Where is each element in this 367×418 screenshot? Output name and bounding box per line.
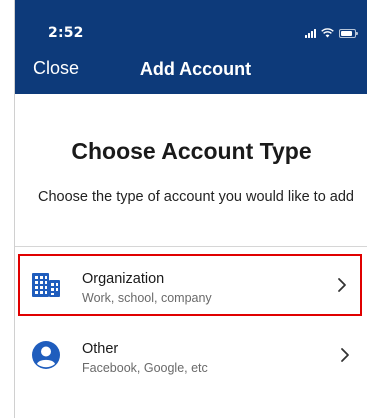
option-subtitle: Work, school, company bbox=[82, 291, 212, 305]
signal-icon bbox=[305, 28, 316, 38]
chevron-right-icon bbox=[341, 348, 349, 362]
page-subtitle: Choose the type of account you would lik… bbox=[38, 189, 354, 205]
wifi-icon bbox=[321, 28, 334, 38]
option-title: Organization bbox=[82, 271, 165, 287]
option-title: Other bbox=[82, 341, 119, 357]
chevron-right-icon bbox=[338, 278, 346, 292]
option-organization[interactable]: Organization Work, school, company bbox=[18, 254, 362, 316]
building-icon bbox=[32, 273, 60, 297]
status-time: 2:52 bbox=[48, 25, 84, 41]
nav-title: Add Account bbox=[139, 59, 252, 79]
battery-icon bbox=[339, 28, 358, 38]
status-icons bbox=[305, 27, 358, 39]
option-subtitle: Facebook, Google, etc bbox=[82, 361, 208, 375]
divider bbox=[15, 246, 367, 247]
page-title: Choose Account Type bbox=[71, 138, 312, 164]
person-icon bbox=[32, 341, 60, 369]
app-screen: 2:52 Close Add Account Choose Account Ty… bbox=[14, 0, 367, 418]
option-other[interactable]: Other Facebook, Google, etc bbox=[15, 324, 367, 386]
header-bar: 2:52 Close Add Account bbox=[15, 0, 367, 94]
